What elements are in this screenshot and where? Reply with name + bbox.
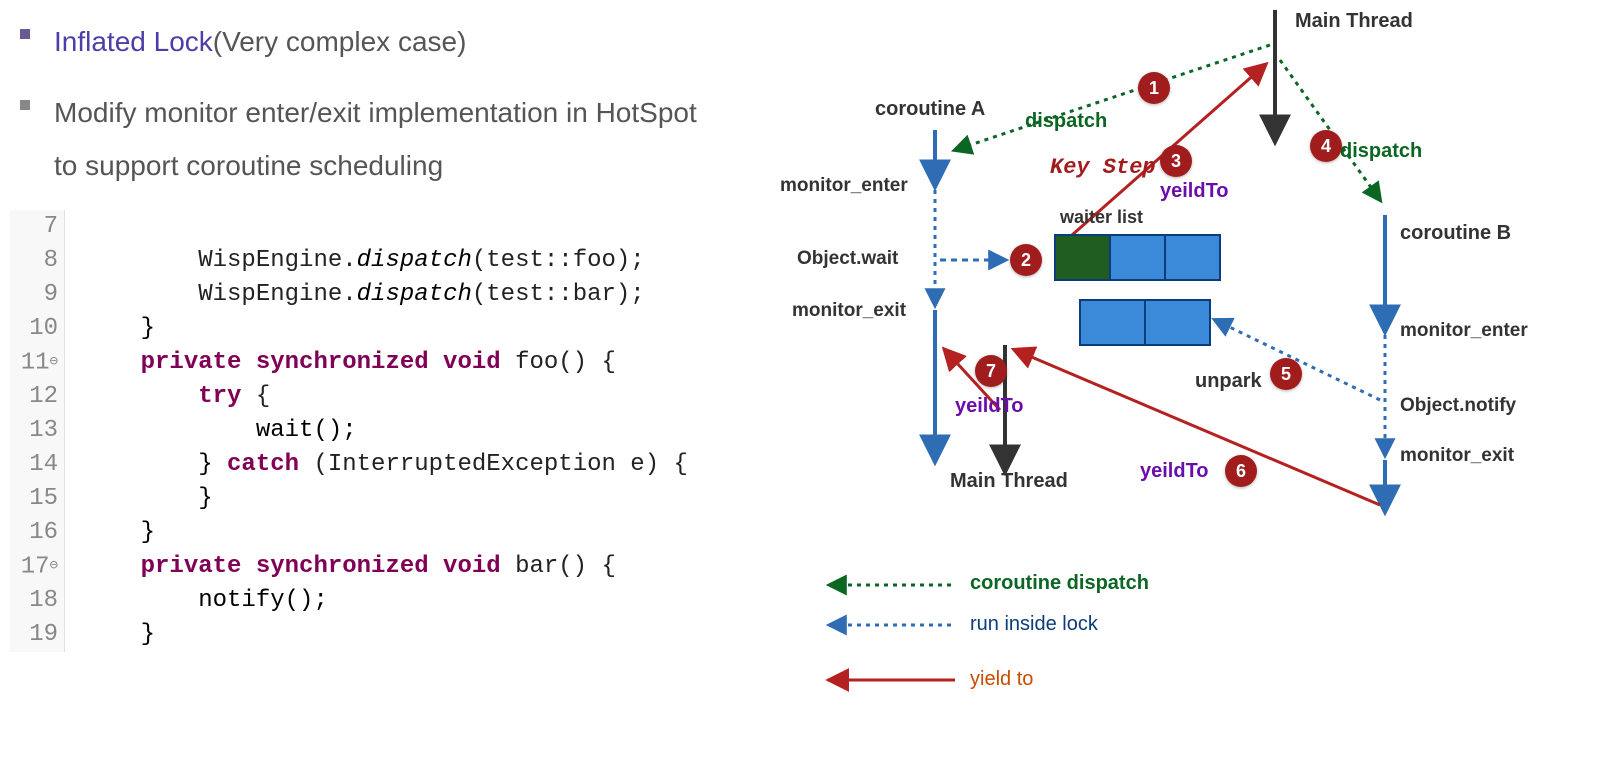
label-coroutine-a: coroutine A — [875, 98, 985, 121]
label-dispatch-4: dispatch — [1340, 140, 1422, 163]
step-2: 2 — [1010, 244, 1042, 276]
label-main-thread-mid: Main Thread — [950, 470, 1068, 493]
label-key-step: Key Step — [1050, 155, 1156, 180]
legend-dispatch: coroutine dispatch — [970, 572, 1149, 595]
bullet-text-1: Inflated Lock(Very complex case) — [54, 15, 466, 68]
bullet-item-1: Inflated Lock(Very complex case) — [20, 15, 720, 68]
step-6: 6 — [1225, 455, 1257, 487]
label-main-thread-top: Main Thread — [1295, 10, 1413, 33]
bullet-item-2: Modify monitor enter/exit implementation… — [20, 86, 720, 192]
label-monitor-enter-b: monitor_enter — [1400, 320, 1528, 342]
code-panel: 7 8 WispEngine.dispatch(test::foo); 9 Wi… — [10, 210, 750, 630]
label-unpark: unpark — [1195, 370, 1262, 393]
step-5: 5 — [1270, 358, 1302, 390]
label-monitor-exit-b: monitor_exit — [1400, 445, 1514, 467]
label-waiter-list: waiter list — [1060, 207, 1143, 228]
legend-yield-to: yield to — [970, 668, 1033, 691]
step-7: 7 — [975, 355, 1007, 387]
label-yeildto-3: yeildTo — [1160, 180, 1229, 203]
label-yeildto-6: yeildTo — [1140, 460, 1209, 483]
label-monitor-enter-a: monitor_enter — [780, 175, 908, 197]
label-object-notify: Object.notify — [1400, 395, 1516, 417]
label-yeildto-7: yeildTo — [955, 395, 1024, 418]
bullet-list: Inflated Lock(Very complex case) Modify … — [20, 15, 720, 211]
bullet-marker — [20, 29, 30, 39]
legend-inside-lock: run inside lock — [970, 613, 1098, 636]
diagram: Main Thread coroutine A dispatch dispatc… — [810, 0, 1600, 775]
label-dispatch-1: dispatch — [1025, 110, 1107, 133]
bullet-colored: Inflated Lock — [54, 26, 213, 57]
step-3: 3 — [1160, 145, 1192, 177]
label-coroutine-b: coroutine B — [1400, 222, 1511, 245]
step-4: 4 — [1310, 130, 1342, 162]
label-monitor-exit-a: monitor_exit — [792, 300, 906, 322]
step-1: 1 — [1138, 72, 1170, 104]
bullet-text-2: Modify monitor enter/exit implementation… — [54, 86, 720, 192]
bullet-rest: (Very complex case) — [213, 26, 467, 57]
label-object-wait: Object.wait — [797, 248, 898, 270]
bullet-marker — [20, 100, 30, 110]
